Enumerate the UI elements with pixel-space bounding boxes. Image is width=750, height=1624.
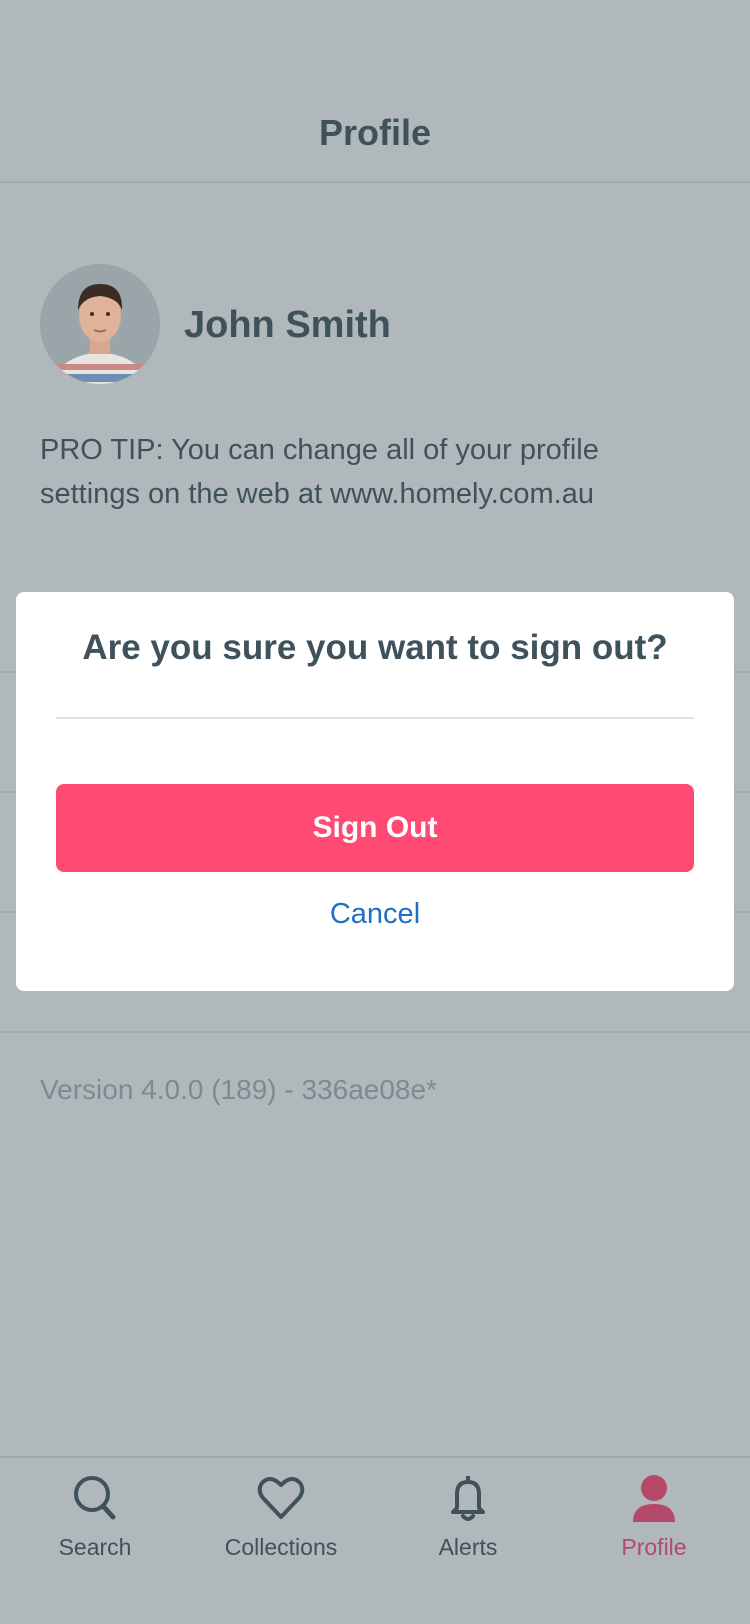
tab-alerts[interactable]: Alerts [375,1472,561,1582]
bottom-tab-bar: Search Collections Alerts Profile [0,1456,750,1624]
app-version: Version 4.0.0 (189) - 336ae08e* [40,1074,437,1105]
top-bar: Profile [0,0,750,183]
search-icon [74,1476,116,1520]
tab-label: Search [58,1534,132,1560]
bell-icon [451,1476,485,1521]
pro-tip-text: PRO TIP: You can change all of your prof… [40,434,599,510]
tab-label: Alerts [438,1534,498,1560]
tab-search[interactable]: Search [2,1472,188,1582]
page-title: Profile [318,112,432,153]
person-icon [633,1475,675,1522]
list-divider [0,1031,750,1033]
tab-profile[interactable]: Profile [561,1472,747,1582]
heart-icon [257,1477,305,1519]
dialog-divider [56,717,694,719]
user-name: John Smith [184,304,391,346]
sign-out-button[interactable]: Sign Out [56,784,694,872]
tab-collections[interactable]: Collections [188,1472,374,1582]
tab-label: Profile [621,1534,687,1560]
cancel-button[interactable]: Cancel [16,898,734,931]
tab-label: Collections [224,1534,338,1560]
profile-summary: John Smith [40,264,720,384]
avatar [40,264,160,384]
dialog-title: Are you sure you want to sign out? [82,628,668,667]
sign-out-dialog: Are you sure you want to sign out? Sign … [16,592,734,991]
